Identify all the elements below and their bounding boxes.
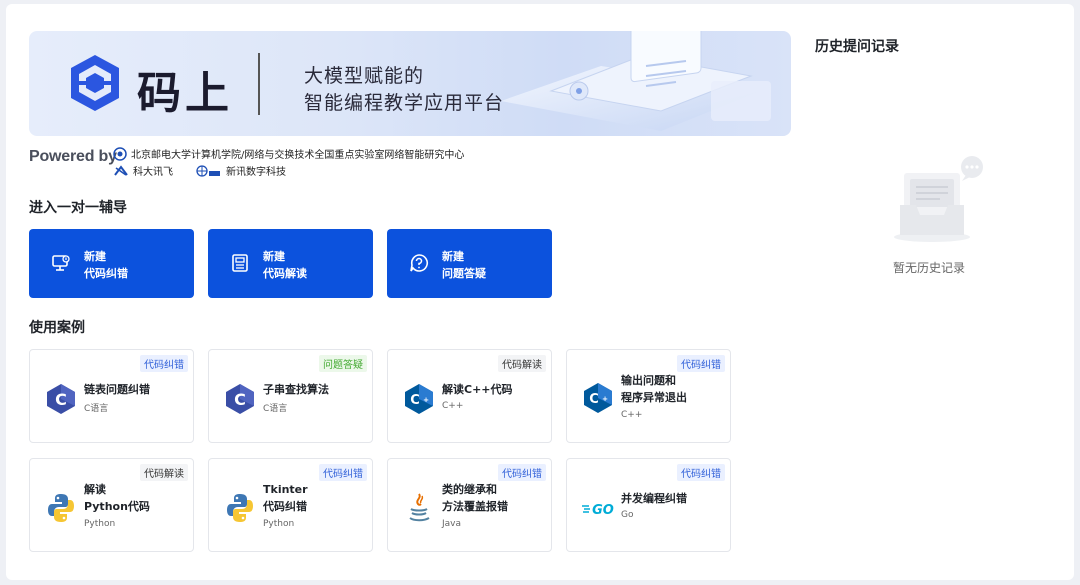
powered-by-label: Powered by [29, 148, 117, 165]
c-language-icon: C [47, 384, 75, 414]
case-tag: 代码纠错 [677, 355, 725, 372]
case-tag: 代码纠错 [498, 464, 546, 481]
action-line1: 新建 [84, 250, 106, 263]
case-tag: 代码解读 [140, 464, 188, 481]
case-card-python-explain[interactable]: 代码解读 解读 Python代码 Python [29, 458, 194, 552]
case-tag: 代码纠错 [677, 464, 725, 481]
c-language-icon: C [226, 384, 254, 414]
case-card-linked-list-debug[interactable]: 代码纠错 C 链表问题纠错 C语言 [29, 349, 194, 443]
case-language: Go [621, 510, 634, 520]
case-card-cpp-explain[interactable]: 代码解读 C + 解读C++代码 C++ [387, 349, 552, 443]
bupt-logo-icon [113, 146, 127, 161]
case-language: C++ [442, 401, 464, 411]
svg-text:C: C [410, 393, 420, 408]
case-title-line1: 解读 [84, 483, 106, 496]
case-language: Python [84, 519, 116, 529]
case-card-tkinter-debug[interactable]: 代码纠错 Tkinter 代码纠错 Python [208, 458, 373, 552]
xinxun-logo-icon [196, 164, 220, 177]
case-title-line2: Python代码 [84, 500, 150, 513]
case-language: Java [442, 519, 462, 529]
case-title-line1: 类的继承和 [442, 483, 497, 496]
question-bubble-icon [410, 254, 428, 272]
case-language: C++ [621, 410, 643, 420]
case-card-java-inheritance[interactable]: 代码纠错 类的继承和 方法覆盖报错 Java [387, 458, 552, 552]
svg-text:C: C [589, 392, 599, 407]
new-code-explain-button[interactable]: 新建 代码解读 [208, 229, 373, 298]
brand-subtitle-line1: 大模型赋能的 [304, 65, 425, 87]
tutoring-section-title: 进入一对一辅导 [29, 200, 127, 216]
case-tag: 代码纠错 [140, 355, 188, 372]
case-tag: 代码解读 [498, 355, 546, 372]
action-line1: 新建 [442, 250, 464, 263]
case-title: 并发编程纠错 [621, 492, 687, 505]
svg-text:+: + [602, 395, 608, 403]
svg-text:C: C [55, 390, 67, 409]
case-card-concurrency-debug[interactable]: 代码纠错 GO 并发编程纠错 Go [566, 458, 731, 552]
new-question-answer-button[interactable]: 新建 问题答疑 [387, 229, 552, 298]
banner-decoration-art [501, 31, 771, 131]
case-title: 子串查找算法 [263, 383, 329, 396]
action-line2: 问题答疑 [442, 267, 486, 280]
case-card-output-exit-debug[interactable]: 代码纠错 C + 输出问题和 程序异常退出 C++ [566, 349, 731, 443]
action-line1: 新建 [263, 250, 285, 263]
cases-section-title: 使用案例 [29, 320, 85, 336]
svg-text:+: + [423, 396, 429, 404]
document-icon [232, 254, 248, 272]
brand-subtitle-line2: 智能编程教学应用平台 [304, 92, 505, 114]
svg-text:GO: GO [592, 503, 614, 518]
case-language: C语言 [84, 404, 109, 414]
case-title-line2: 方法覆盖报错 [442, 500, 508, 513]
case-title-line2: 代码纠错 [263, 500, 307, 513]
cpp-language-icon: C + [405, 384, 433, 414]
hero-banner: 码上 大模型赋能的 智能编程教学应用平台 [29, 31, 791, 136]
monitor-bug-icon [52, 255, 70, 271]
brand-logo-icon [71, 55, 119, 111]
case-title-line1: Tkinter [263, 483, 308, 496]
history-title: 历史提问记录 [815, 39, 899, 55]
svg-text:C: C [234, 390, 246, 409]
partner-xinxun: 新讯数字科技 [196, 163, 286, 178]
python-icon [227, 494, 253, 522]
case-title: 链表问题纠错 [84, 383, 150, 396]
case-tag: 问题答疑 [319, 355, 367, 372]
cpp-language-icon: C + [584, 383, 612, 413]
case-title-line2: 程序异常退出 [621, 391, 687, 404]
partner-bupt-name: 北京邮电大学计算机学院/网络与交换技术全国重点实验室网络智能研究中心 [131, 150, 465, 161]
case-title: 解读C++代码 [442, 383, 513, 396]
java-icon [409, 493, 430, 522]
partner-iflytek-name: 科大讯飞 [133, 167, 173, 178]
iflytek-logo-icon [114, 164, 128, 176]
empty-inbox-icon [894, 156, 983, 242]
case-tag: 代码纠错 [319, 464, 367, 481]
case-language: Python [263, 519, 295, 529]
case-title-line1: 输出问题和 [621, 374, 676, 387]
new-code-debug-button[interactable]: 新建 代码纠错 [29, 229, 194, 298]
case-language: C语言 [263, 404, 288, 414]
python-icon [48, 494, 74, 522]
brand-divider [258, 53, 260, 115]
partner-xinxun-name: 新讯数字科技 [226, 167, 286, 178]
action-line2: 代码纠错 [84, 267, 128, 280]
brand-name: 码上 [137, 68, 233, 119]
go-icon: GO [582, 503, 614, 518]
partner-iflytek: 科大讯飞 [113, 163, 173, 178]
empty-history-text: 暂无历史记录 [893, 261, 966, 275]
action-line2: 代码解读 [263, 267, 307, 280]
partner-bupt: 北京邮电大学计算机学院/网络与交换技术全国重点实验室网络智能研究中心 [113, 146, 464, 161]
case-card-substring-search[interactable]: 问题答疑 C 子串查找算法 C语言 [208, 349, 373, 443]
